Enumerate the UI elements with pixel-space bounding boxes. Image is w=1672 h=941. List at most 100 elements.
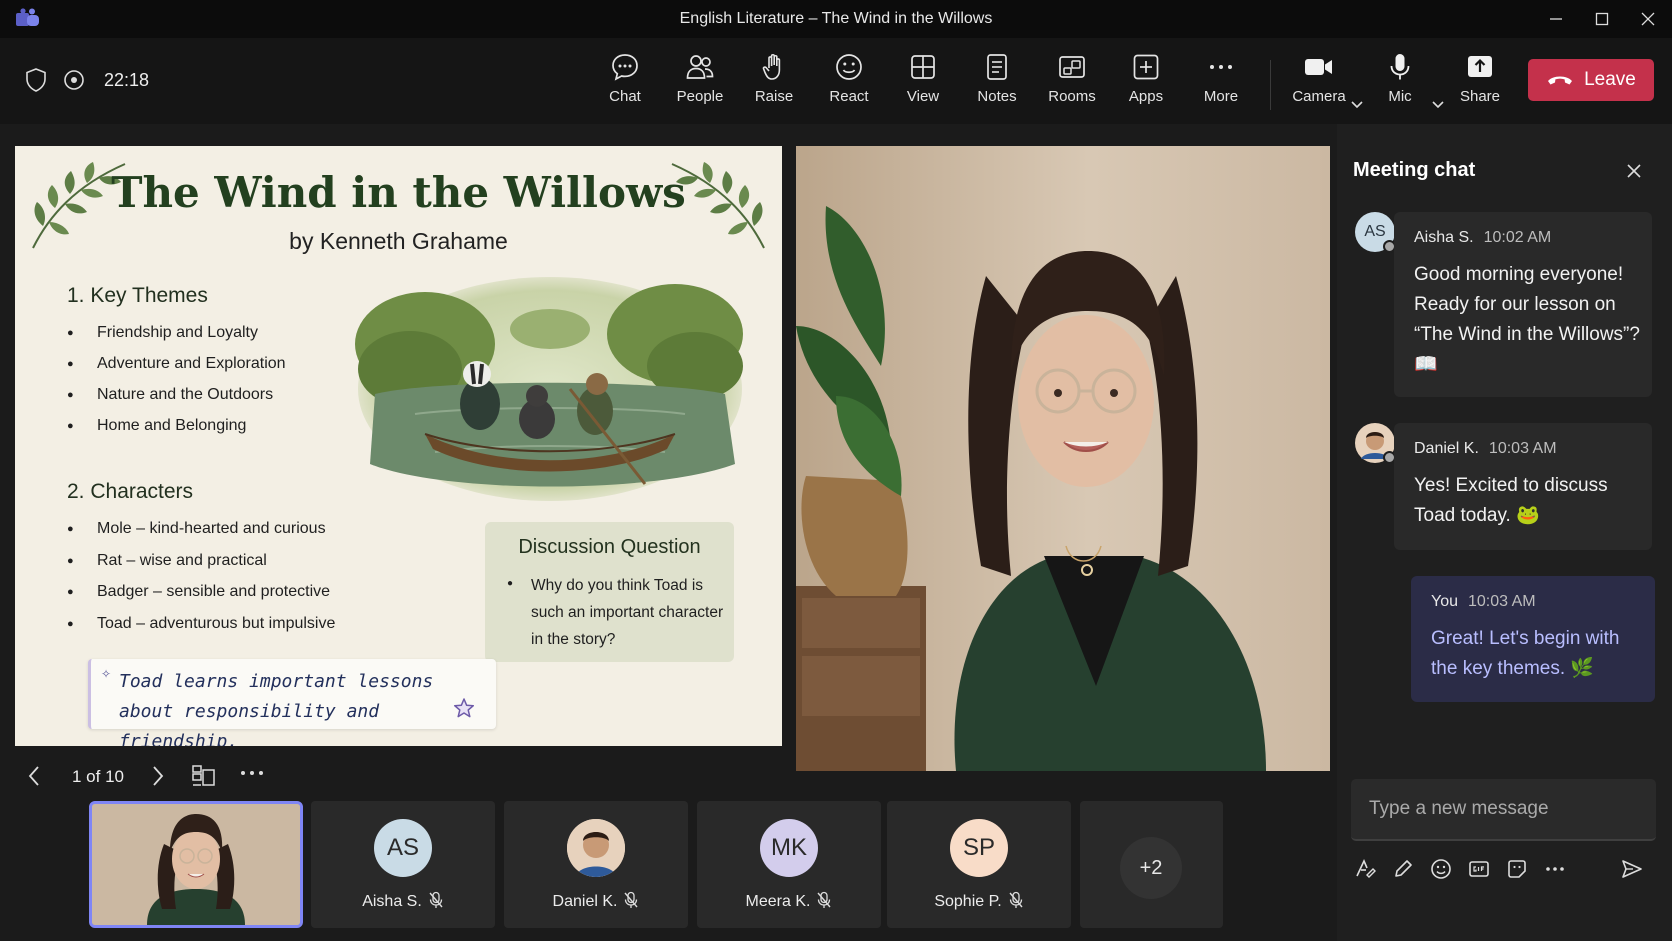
message-text: Yes! Excited to discuss Toad today. 🐸 <box>1414 475 1608 526</box>
send-icon[interactable] <box>1620 857 1644 881</box>
list-item: Mole – kind-hearted and curious <box>67 520 335 552</box>
mic-off-icon <box>817 891 831 908</box>
boat-illustration <box>355 277 743 501</box>
slide-title: The Wind in the Willows <box>111 168 686 217</box>
format-icon[interactable] <box>1353 857 1377 881</box>
mic-options-chevron-down-icon[interactable] <box>1431 100 1445 110</box>
people-button-label: People <box>676 88 724 105</box>
discussion-question-box: Discussion Question ● Why do you think T… <box>485 522 734 662</box>
participant-tile[interactable]: MK Meera K. <box>697 801 881 928</box>
apps-button-label: Apps <box>1128 88 1164 105</box>
mic-off-icon <box>429 891 443 908</box>
gif-icon[interactable] <box>1467 857 1491 881</box>
participant-name: Meera K. <box>745 893 811 910</box>
view-button-label: View <box>906 88 940 105</box>
list-item: Badger – sensible and protective <box>67 583 335 615</box>
mic-icon <box>1390 54 1410 80</box>
star-icon <box>453 698 475 718</box>
self-video-tile[interactable] <box>89 801 303 928</box>
message-time: 10:03 AM <box>1468 593 1536 610</box>
slide-subtitle: by Kenneth Grahame <box>289 228 508 254</box>
emoji-icon[interactable] <box>1429 857 1453 881</box>
daniel-photo-avatar <box>567 819 625 877</box>
meeting-chat-panel: Meeting chat AS Aisha S. 10:02 AM Good mo… <box>1337 124 1672 941</box>
close-window-icon[interactable] <box>1638 9 1658 29</box>
slide-navigator-icon[interactable] <box>190 763 216 789</box>
leave-button-label: Leave <box>1584 69 1636 90</box>
pen-icon[interactable] <box>1391 857 1415 881</box>
list-item: Home and Belonging <box>67 417 286 448</box>
more-options-icon[interactable] <box>239 767 265 779</box>
maximize-icon[interactable] <box>1592 9 1612 29</box>
camera-icon <box>1305 59 1332 75</box>
more-actions-icon[interactable] <box>1543 857 1567 881</box>
camera-options-chevron-down-icon[interactable] <box>1350 100 1364 110</box>
avatar-initials: SP <box>950 819 1008 877</box>
rooms-icon <box>1059 56 1085 78</box>
rooms-button[interactable]: Rooms <box>1035 52 1109 116</box>
avatar[interactable]: AS <box>1355 212 1396 253</box>
mic-button[interactable]: Mic <box>1364 52 1436 116</box>
message-time: 10:02 AM <box>1483 229 1552 246</box>
chat-panel-title: Meeting chat <box>1353 159 1476 181</box>
share-icon <box>1468 56 1492 77</box>
view-button[interactable]: View <box>886 52 960 116</box>
next-slide-chevron-right-icon[interactable] <box>150 764 166 788</box>
discussion-title: Discussion Question <box>518 536 701 558</box>
overflow-count[interactable]: +2 <box>1120 837 1182 899</box>
minimize-icon[interactable] <box>1546 9 1566 29</box>
message-bubble: Daniel K. 10:03 AM Yes! Excited to discus… <box>1394 423 1652 550</box>
apps-button[interactable]: Apps <box>1109 52 1183 116</box>
discussion-question: Why do you think Toad is such an importa… <box>531 577 724 648</box>
notes-button[interactable]: Notes <box>960 52 1034 116</box>
avatar-initials: AS <box>374 819 432 877</box>
recording-indicator-icon[interactable] <box>62 68 86 92</box>
shared-slide: The Wind in the Willows by Kenneth Graha… <box>15 146 782 746</box>
message-input[interactable] <box>1369 796 1639 822</box>
people-icon <box>686 55 714 79</box>
participant-tile[interactable]: SP Sophie P. <box>887 801 1071 928</box>
close-icon[interactable] <box>1625 162 1643 180</box>
participant-tile[interactable]: AS Aisha S. <box>311 801 495 928</box>
participant-name: Aisha S. <box>362 893 422 910</box>
message-time: 10:03 AM <box>1488 440 1557 457</box>
message-text: Great! Let's begin with the key themes. … <box>1431 628 1620 679</box>
notes-button-label: Notes <box>977 88 1017 105</box>
plus-box-icon <box>1133 54 1159 80</box>
react-button[interactable]: React <box>812 52 886 116</box>
people-button[interactable]: People <box>663 52 737 116</box>
meeting-toolbar: 22:18 Chat People Raise React View Notes… <box>0 38 1672 124</box>
mic-off-icon <box>624 891 638 908</box>
more-button[interactable]: More <box>1184 52 1258 116</box>
window-title: English Literature – The Wind in the Wil… <box>679 10 993 27</box>
message-text: Good morning everyone! Ready for our les… <box>1414 264 1640 375</box>
note-card: ✧ Toad learns important lessons about re… <box>88 659 496 746</box>
list-item: Friendship and Loyalty <box>67 324 286 355</box>
list-item: Toad – adventurous but impulsive <box>67 615 335 647</box>
message-bubble: You 10:03 AM Great! Let's begin with the … <box>1411 576 1655 702</box>
participant-tile[interactable]: Daniel K. <box>504 801 688 928</box>
participant-name: Daniel K. <box>552 893 618 910</box>
share-button[interactable]: Share <box>1444 52 1516 116</box>
previous-slide-chevron-left-icon[interactable] <box>26 764 42 788</box>
more-button-label: More <box>1203 88 1239 105</box>
camera-button[interactable]: Camera <box>1283 52 1355 116</box>
mic-button-label: Mic <box>1388 88 1412 105</box>
list-item: Nature and the Outdoors <box>67 386 286 417</box>
hang-up-icon <box>1548 76 1573 85</box>
raise-hand-button[interactable]: Raise <box>737 52 811 116</box>
share-button-label: Share <box>1459 88 1501 105</box>
toolbar-divider <box>1270 60 1271 110</box>
notes-icon <box>987 54 1007 80</box>
slide-controls: 1 of 10 <box>20 760 780 794</box>
message-bubble: Aisha S. 10:02 AM Good morning everyone! … <box>1394 212 1652 397</box>
grid-icon <box>911 55 935 79</box>
characters-list: Mole – kind-hearted and curious Rat – wi… <box>67 520 335 646</box>
chat-button-label: Chat <box>609 88 641 105</box>
meeting-timer: 22:18 <box>104 69 150 90</box>
sticker-icon[interactable] <box>1505 857 1529 881</box>
avatar[interactable] <box>1355 423 1396 464</box>
chat-button[interactable]: Chat <box>588 52 662 116</box>
leave-button[interactable]: Leave <box>1528 59 1654 101</box>
shield-icon[interactable] <box>24 67 48 93</box>
